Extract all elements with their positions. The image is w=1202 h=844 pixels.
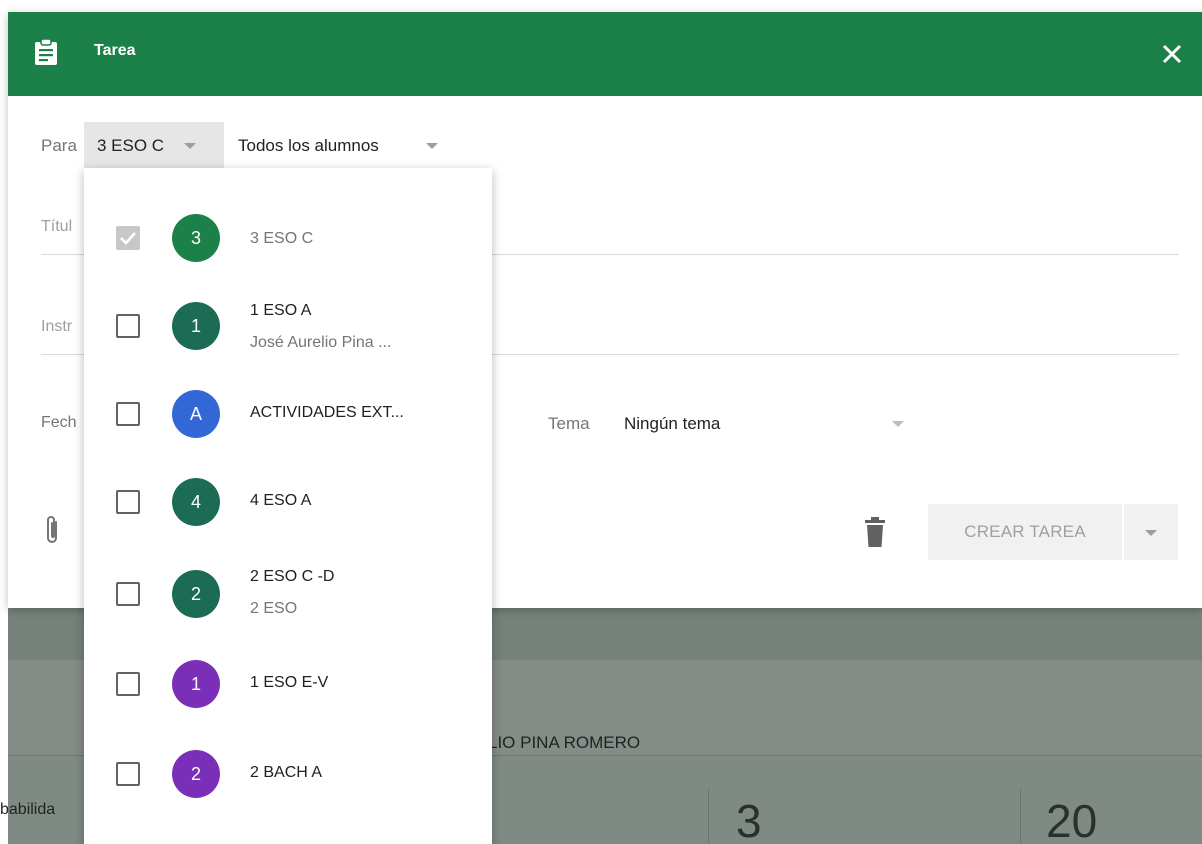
- background-left-text: babilida: [0, 801, 56, 818]
- class-option[interactable]: 4 4 ESO A: [84, 458, 492, 546]
- create-options-button[interactable]: [1124, 504, 1178, 560]
- class-option-name: ACTIVIDADES EXT...: [250, 404, 404, 421]
- class-option[interactable]: 2 2 ESO C -D 2 ESO: [84, 550, 492, 638]
- class-avatar: 1: [172, 302, 220, 350]
- paperclip-icon[interactable]: [42, 514, 62, 548]
- close-icon[interactable]: [1156, 38, 1188, 70]
- class-option[interactable]: 2 2 BACH A: [84, 730, 492, 818]
- students-select[interactable]: Todos los alumnos: [238, 122, 448, 168]
- dialog-header: Tarea: [8, 12, 1202, 96]
- class-avatar: 2: [172, 570, 220, 618]
- date-label: Fech: [41, 414, 77, 431]
- class-checkbox[interactable]: [116, 402, 140, 426]
- check-icon: [120, 232, 136, 245]
- create-task-button[interactable]: CREAR TAREA: [928, 504, 1122, 560]
- background-number: 20: [1046, 795, 1098, 844]
- class-avatar: 4: [172, 478, 220, 526]
- clipboard-icon: [35, 38, 57, 65]
- class-option-name: 2 BACH A: [250, 764, 323, 781]
- tema-select[interactable]: Ningún tema: [624, 404, 906, 444]
- tema-select-value: Ningún tema: [624, 414, 721, 433]
- background-number: 3: [736, 795, 762, 844]
- class-option-subtitle: 2 ESO: [250, 600, 298, 617]
- class-checkbox[interactable]: [116, 582, 140, 606]
- class-avatar: A: [172, 390, 220, 438]
- class-checkbox[interactable]: [116, 490, 140, 514]
- class-option-name: 2 ESO C -D: [250, 568, 335, 585]
- class-checkbox[interactable]: [116, 762, 140, 786]
- background-divider: [1020, 788, 1021, 844]
- class-option[interactable]: A ACTIVIDADES EXT...: [84, 370, 492, 458]
- class-option[interactable]: 1 1 ESO E-V: [84, 640, 492, 728]
- caret-down-icon: [1145, 530, 1157, 536]
- class-select[interactable]: 3 ESO C: [84, 122, 224, 168]
- class-avatar: 2: [172, 750, 220, 798]
- class-option-subtitle: José Aurelio Pina ...: [250, 334, 392, 351]
- class-avatar: 1: [172, 660, 220, 708]
- class-select-value: 3 ESO C: [97, 136, 165, 155]
- class-checkbox[interactable]: [116, 314, 140, 338]
- instructions-field-label[interactable]: Instr: [41, 318, 72, 336]
- students-select-value: Todos los alumnos: [238, 136, 379, 155]
- class-checkbox[interactable]: [116, 226, 140, 250]
- class-avatar: 3: [172, 214, 220, 262]
- class-checkbox[interactable]: [116, 672, 140, 696]
- trash-icon[interactable]: [864, 516, 886, 548]
- class-option-name: 1 ESO A: [250, 302, 312, 319]
- class-dropdown: 3 3 ESO C 1 1 ESO A José Aurelio Pina ..…: [84, 168, 492, 844]
- dialog-title: Tarea: [94, 42, 136, 59]
- caret-down-icon: [184, 143, 196, 149]
- class-option[interactable]: 1 1 ESO A José Aurelio Pina ...: [84, 282, 492, 370]
- background-divider: [708, 788, 709, 844]
- title-field-label[interactable]: Títul: [41, 218, 72, 236]
- caret-down-icon: [426, 143, 438, 149]
- class-option-name: 4 ESO A: [250, 492, 312, 509]
- class-option-name: 1 ESO E-V: [250, 674, 329, 691]
- class-option-name: 3 ESO C: [250, 230, 314, 247]
- class-option[interactable]: 3 3 ESO C: [84, 194, 492, 282]
- tema-label: Tema: [548, 414, 590, 433]
- background-owner-text: LIO PINA ROMERO: [488, 733, 641, 752]
- para-label: Para: [41, 136, 77, 155]
- create-task-label: CREAR TAREA: [964, 522, 1086, 541]
- caret-down-icon: [892, 421, 904, 427]
